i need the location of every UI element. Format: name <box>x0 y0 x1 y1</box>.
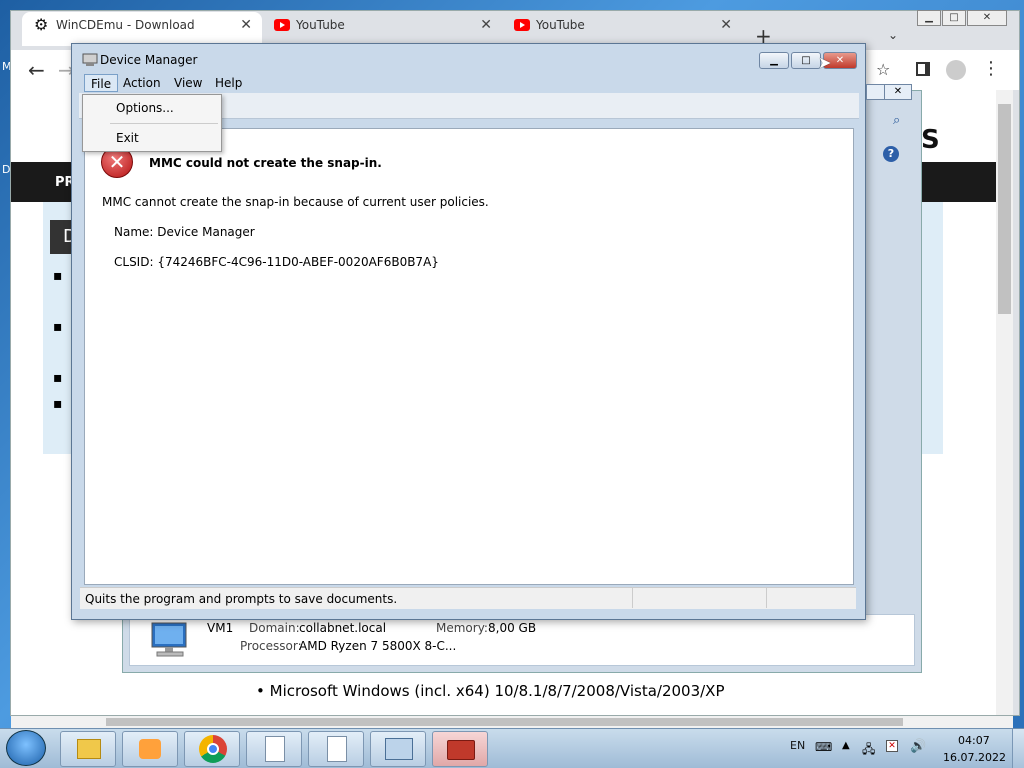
taskbar-device-manager[interactable] <box>432 731 488 767</box>
taskbar-chrome[interactable] <box>184 731 240 767</box>
keyboard-icon[interactable]: ⌨ <box>815 740 832 754</box>
gear-icon: ⚙ <box>34 15 49 34</box>
network-icon[interactable]: 🖧 <box>862 740 875 761</box>
close-tab-icon[interactable]: ✕ <box>480 12 492 38</box>
scrollbar-thumb[interactable] <box>998 104 1011 314</box>
chrome-icon <box>199 735 227 763</box>
tab-title: YouTube <box>536 18 585 32</box>
mouse-cursor-icon: ➤ <box>818 53 832 72</box>
tab-search-icon[interactable]: ⌄ <box>888 28 898 42</box>
bullet: ▪ <box>53 268 63 284</box>
search-icon[interactable]: ⌕ <box>893 113 900 128</box>
status-divider <box>632 588 633 608</box>
show-desktop-button[interactable] <box>1012 729 1024 768</box>
bullet: ▪ <box>53 370 63 386</box>
action-center-icon[interactable]: ✕ <box>886 740 898 752</box>
os-support-item: • Microsoft Windows (incl. x64) 10/8.1/8… <box>256 682 725 700</box>
back-icon[interactable]: ← <box>28 58 45 82</box>
close-tab-icon[interactable]: ✕ <box>240 12 252 38</box>
help-icon[interactable]: ? <box>883 146 899 162</box>
taskbar-explorer[interactable] <box>60 731 116 767</box>
status-text: Quits the program and prompts to save do… <box>85 592 398 606</box>
processor-value: AMD Ryzen 7 5800X 8-C... <box>299 639 457 653</box>
minimize-button[interactable]: ▁ <box>759 52 789 69</box>
browser-close-button[interactable]: ✕ <box>967 10 1007 26</box>
menu-item-options[interactable]: Options... <box>116 101 174 115</box>
device-manager-icon <box>82 53 98 67</box>
tab-title: YouTube <box>296 18 345 32</box>
menu-kebab-icon[interactable]: ⋮ <box>982 58 1000 79</box>
tab-youtube-1[interactable]: YouTube ✕ <box>262 12 502 46</box>
taskbar-document-1[interactable] <box>246 731 302 767</box>
error-heading: MMC could not create the snap-in. <box>149 156 382 170</box>
maximize-button[interactable]: □ <box>791 52 821 69</box>
computer-monitor-icon <box>148 620 192 660</box>
status-divider <box>766 588 767 608</box>
menu-action[interactable]: Action <box>117 74 167 92</box>
menu-view[interactable]: View <box>168 74 208 92</box>
menu-help[interactable]: Help <box>209 74 248 92</box>
media-player-icon <box>139 739 161 759</box>
domain-value: collabnet.local <box>299 621 387 635</box>
window-title: Device Manager <box>100 53 198 67</box>
processor-label: Processor: <box>240 639 302 653</box>
document-icon <box>327 736 347 762</box>
youtube-icon <box>274 19 290 31</box>
computer-name: VM1 <box>207 621 234 635</box>
tab-youtube-2[interactable]: YouTube ✕ <box>502 12 742 46</box>
memory-value: 8,00 GB <box>488 621 537 635</box>
taskbar-document-2[interactable] <box>308 731 364 767</box>
clock-time[interactable]: 04:07 <box>958 734 990 747</box>
taskbar-media-player[interactable] <box>122 731 178 767</box>
start-button[interactable] <box>6 730 46 766</box>
close-tab-icon[interactable]: ✕ <box>720 12 732 38</box>
document-icon <box>265 736 285 762</box>
taskbar-system[interactable] <box>370 731 426 767</box>
folder-icon <box>77 739 101 759</box>
system-icon <box>385 738 413 760</box>
memory-label: Memory: <box>436 621 488 635</box>
language-indicator[interactable]: EN <box>790 739 805 752</box>
tab-title: WinCDEmu - Download <box>56 18 195 32</box>
page-horizontal-scrollbar[interactable] <box>11 716 1013 728</box>
menu-item-exit[interactable]: Exit <box>116 131 139 145</box>
menu-separator <box>110 123 218 124</box>
browser-minimize-button[interactable]: ▁ <box>917 10 941 26</box>
browser-maximize-button[interactable]: □ <box>942 10 966 26</box>
bullet: ▪ <box>53 319 63 335</box>
side-panel-icon[interactable] <box>916 62 930 76</box>
toolbox-icon <box>447 740 475 760</box>
bookmark-star-icon[interactable]: ☆ <box>876 60 890 79</box>
error-message: MMC cannot create the snap-in because of… <box>102 195 489 209</box>
snapin-clsid: CLSID: {74246BFC-4C96-11D0-ABEF-0020AF6B… <box>114 255 439 269</box>
show-hidden-icons-icon[interactable]: ▲ <box>842 740 850 751</box>
background-window-close-button[interactable]: ✕ <box>884 84 912 100</box>
snapin-name: Name: Device Manager <box>114 225 255 239</box>
profile-avatar-icon[interactable] <box>946 60 966 80</box>
site-logo-fragment: S <box>921 125 940 155</box>
os-support-text: Microsoft Windows (incl. x64) 10/8.1/8/7… <box>269 682 725 700</box>
page-vertical-scrollbar[interactable] <box>996 90 1013 715</box>
volume-icon[interactable]: 🔊 <box>910 739 926 754</box>
clock-date[interactable]: 16.07.2022 <box>943 751 1006 764</box>
scrollbar-thumb[interactable] <box>106 718 903 726</box>
tab-wincdemu[interactable]: ⚙ WinCDEmu - Download ✕ <box>22 12 262 46</box>
youtube-icon <box>514 19 530 31</box>
menu-file[interactable]: File <box>84 74 119 92</box>
domain-label: Domain: <box>249 621 300 635</box>
bullet: ▪ <box>53 396 63 412</box>
